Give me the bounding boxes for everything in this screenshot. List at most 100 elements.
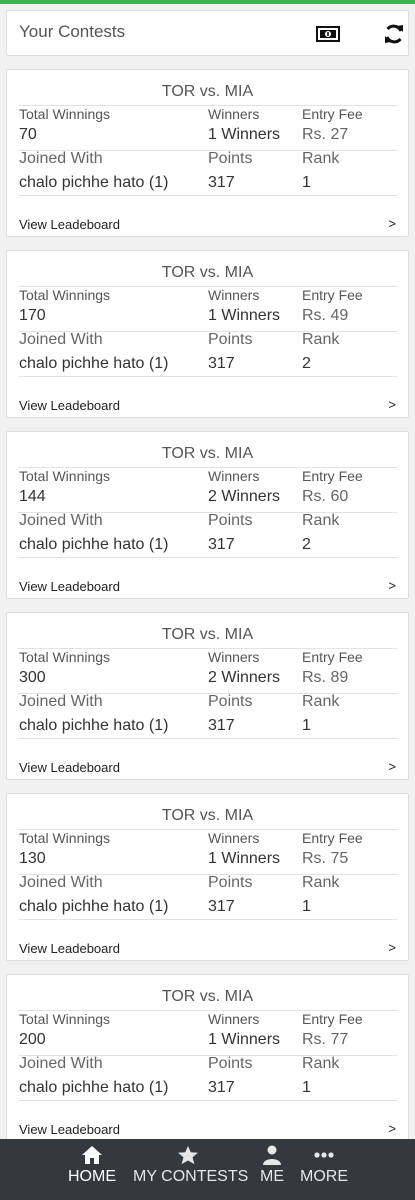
joined-with-label: Joined With — [19, 150, 103, 167]
points-label: Points — [208, 1055, 253, 1072]
contest-card: TOR vs. MIA Total Winnings Winners Entry Fe… — [6, 250, 409, 418]
entry-fee-label: Entry Fee — [302, 1011, 363, 1027]
points-value: 317 — [208, 536, 235, 553]
entry-fee-value: Rs. 60 — [302, 488, 349, 505]
nav-label-more: MORE — [300, 1168, 348, 1185]
points-label: Points — [208, 150, 253, 167]
joined-with-label: Joined With — [19, 512, 103, 529]
total-winnings-value: 200 — [19, 1031, 46, 1048]
nav-more[interactable]: MORE — [300, 1145, 348, 1186]
winners-label: Winners — [208, 830, 260, 846]
match-title: TOR vs. MIA — [161, 445, 254, 462]
total-winnings-label: Total Winnings — [19, 649, 111, 665]
view-leaderboard-link[interactable]: View Leadeboard — [19, 398, 120, 413]
winners-value: 1 Winners — [208, 126, 281, 143]
chevron-right-icon[interactable]: > — [388, 216, 396, 231]
total-winnings-value: 300 — [19, 669, 46, 686]
rank-value: 1 — [302, 717, 311, 734]
nav-me[interactable]: ME — [256, 1145, 288, 1186]
joined-with-value: chalo pichhe hato (1) — [19, 717, 169, 734]
top-accent-bar — [0, 0, 415, 4]
nav-label-my-contests: MY CONTESTS — [133, 1168, 249, 1185]
chevron-right-icon[interactable]: > — [388, 397, 396, 412]
entry-fee-value: Rs. 77 — [302, 1031, 349, 1048]
contest-card: TOR vs. MIA Total Winnings Winners Entry Fe… — [6, 974, 409, 1142]
rank-label: Rank — [302, 693, 340, 710]
nav-home[interactable]: HOME — [68, 1145, 116, 1186]
rank-label: Rank — [302, 512, 340, 529]
entry-fee-value: Rs. 27 — [302, 126, 349, 143]
more-icon — [314, 1152, 334, 1158]
total-winnings-label: Total Winnings — [19, 106, 111, 122]
divider — [18, 738, 398, 739]
winners-value: 1 Winners — [208, 850, 281, 867]
divider — [18, 195, 398, 196]
total-winnings-value: 70 — [19, 126, 37, 143]
contest-card: TOR vs. MIA Total Winnings Winners Entry Fe… — [6, 793, 409, 961]
winners-label: Winners — [208, 287, 260, 303]
refresh-icon[interactable] — [382, 22, 406, 46]
winners-value: 2 Winners — [208, 669, 281, 686]
chevron-right-icon[interactable]: > — [388, 940, 396, 955]
contest-card: TOR vs. MIA Total Winnings Winners Entry Fe… — [6, 612, 409, 780]
total-winnings-value: 144 — [19, 488, 46, 505]
match-title: TOR vs. MIA — [161, 626, 254, 643]
winners-value: 1 Winners — [208, 1031, 281, 1048]
joined-with-label: Joined With — [19, 331, 103, 348]
nav-label-me: ME — [260, 1168, 284, 1185]
total-winnings-value: 170 — [19, 307, 46, 324]
total-winnings-label: Total Winnings — [19, 830, 111, 846]
rank-value: 2 — [302, 355, 311, 372]
joined-with-label: Joined With — [19, 1055, 103, 1072]
rank-value: 1 — [302, 898, 311, 915]
view-leaderboard-link[interactable]: View Leadeboard — [19, 941, 120, 956]
divider — [18, 557, 398, 558]
winners-label: Winners — [208, 649, 260, 665]
points-value: 317 — [208, 355, 235, 372]
rank-label: Rank — [302, 331, 340, 348]
chevron-right-icon[interactable]: > — [388, 1121, 396, 1136]
bottom-nav: HOME MY CONTESTS ME MORE — [0, 1139, 415, 1200]
entry-fee-label: Entry Fee — [302, 649, 363, 665]
joined-with-value: chalo pichhe hato (1) — [19, 536, 169, 553]
joined-with-value: chalo pichhe hato (1) — [19, 1079, 169, 1096]
rank-label: Rank — [302, 874, 340, 891]
joined-with-label: Joined With — [19, 874, 103, 891]
points-label: Points — [208, 693, 253, 710]
rank-value: 1 — [302, 174, 311, 191]
total-winnings-label: Total Winnings — [19, 287, 111, 303]
points-value: 317 — [208, 898, 235, 915]
entry-fee-label: Entry Fee — [302, 468, 363, 484]
total-winnings-value: 130 — [19, 850, 46, 867]
view-leaderboard-link[interactable]: View Leadeboard — [19, 217, 120, 232]
joined-with-value: chalo pichhe hato (1) — [19, 355, 169, 372]
page-title: Your Contests — [19, 22, 126, 41]
entry-fee-value: Rs. 75 — [302, 850, 349, 867]
entry-fee-value: Rs. 49 — [302, 307, 349, 324]
total-winnings-label: Total Winnings — [19, 1011, 111, 1027]
entry-fee-label: Entry Fee — [302, 106, 363, 122]
money-icon[interactable] — [316, 26, 340, 42]
chevron-right-icon[interactable]: > — [388, 578, 396, 593]
winners-label: Winners — [208, 468, 260, 484]
rank-label: Rank — [302, 150, 340, 167]
user-icon — [263, 1145, 281, 1165]
view-leaderboard-link[interactable]: View Leadeboard — [19, 1122, 120, 1137]
chevron-right-icon[interactable]: > — [388, 759, 396, 774]
winners-value: 2 Winners — [208, 488, 281, 505]
winners-value: 1 Winners — [208, 307, 281, 324]
star-icon — [178, 1145, 198, 1165]
nav-my-contests[interactable]: MY CONTESTS — [133, 1145, 249, 1186]
divider — [18, 376, 398, 377]
joined-with-value: chalo pichhe hato (1) — [19, 174, 169, 191]
view-leaderboard-link[interactable]: View Leadeboard — [19, 760, 120, 775]
points-label: Points — [208, 512, 253, 529]
view-leaderboard-link[interactable]: View Leadeboard — [19, 579, 120, 594]
match-title: TOR vs. MIA — [161, 988, 254, 1005]
match-title: TOR vs. MIA — [161, 264, 254, 281]
winners-label: Winners — [208, 1011, 260, 1027]
match-title: TOR vs. MIA — [161, 83, 254, 100]
contest-card: TOR vs. MIA Total Winnings Winners Entry Fe… — [6, 431, 409, 599]
entry-fee-label: Entry Fee — [302, 287, 363, 303]
contests-header: Your Contests — [6, 10, 409, 56]
